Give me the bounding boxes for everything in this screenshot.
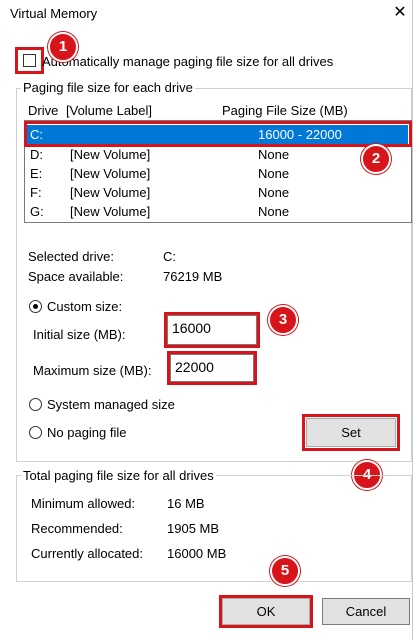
paging-group-legend: Paging file size for each drive (21, 80, 195, 95)
annotation-badge-2: 2 (361, 144, 391, 174)
drive-letter: G: (30, 204, 44, 219)
drive-row-e[interactable]: E: [New Volume] None (26, 164, 408, 183)
list-header: Drive [Volume Label] Paging File Size (M… (28, 103, 408, 119)
selected-drive-value: C: (163, 249, 176, 264)
minimum-allowed-label: Minimum allowed: (31, 496, 136, 511)
drive-volume-label: [New Volume] (70, 166, 151, 181)
cancel-button[interactable]: Cancel (322, 598, 410, 625)
space-available-label: Space available: (28, 269, 124, 284)
initial-size-highlight (164, 312, 260, 348)
drive-letter: E: (30, 166, 43, 181)
drive-letter: F: (30, 185, 42, 200)
drive-volume-label: [New Volume] (70, 147, 151, 162)
drive-volume-label: [New Volume] (70, 185, 151, 200)
drive-letter: D: (30, 147, 43, 162)
selected-row-highlight (24, 121, 412, 147)
auto-manage-label[interactable]: Automatically manage paging file size fo… (42, 54, 333, 69)
drive-paging-size: None (258, 147, 290, 162)
recommended-value: 1905 MB (167, 521, 220, 536)
total-group-legend: Total paging file size for all drives (21, 468, 216, 483)
close-icon[interactable]: ✕ (388, 2, 412, 24)
window-border (412, 0, 413, 640)
custom-size-label[interactable]: Custom size: (47, 299, 122, 314)
drive-row-d[interactable]: D: [New Volume] None (26, 145, 408, 164)
ok-button-highlight (219, 595, 313, 628)
column-paging-size: Paging File Size (MB) (222, 103, 348, 118)
drive-row-g[interactable]: G: [New Volume] None (26, 202, 408, 221)
set-button-highlight (302, 414, 400, 451)
drive-paging-size: None (258, 204, 290, 219)
minimum-allowed-value: 16 MB (167, 496, 205, 511)
currently-allocated-value: 16000 MB (167, 546, 227, 561)
initial-size-label: Initial size (MB): (33, 327, 126, 342)
column-volume-label: [Volume Label] (66, 103, 153, 118)
drive-row-f[interactable]: F: [New Volume] None (26, 183, 408, 202)
no-paging-radio[interactable] (29, 426, 42, 439)
selected-drive-label: Selected drive: (28, 249, 114, 264)
annotation-badge-3: 3 (268, 305, 298, 335)
recommended-label: Recommended: (31, 521, 123, 536)
maximum-size-highlight (167, 351, 257, 385)
drive-volume-label: [New Volume] (70, 204, 151, 219)
space-available-value: 76219 MB (163, 269, 223, 284)
custom-size-radio[interactable] (29, 300, 42, 313)
no-paging-label[interactable]: No paging file (47, 425, 127, 440)
drive-paging-size: None (258, 166, 290, 181)
system-managed-radio[interactable] (29, 398, 42, 411)
annotation-badge-5: 5 (270, 556, 300, 586)
column-drive: Drive (28, 103, 59, 118)
annotation-badge-1: 1 (48, 32, 78, 62)
currently-allocated-label: Currently allocated: (31, 546, 143, 561)
window-title: Virtual Memory (10, 6, 98, 21)
maximum-size-label: Maximum size (MB): (33, 363, 152, 378)
system-managed-label[interactable]: System managed size (47, 397, 175, 412)
auto-manage-checkbox[interactable] (23, 54, 36, 67)
drive-paging-size: None (258, 185, 290, 200)
